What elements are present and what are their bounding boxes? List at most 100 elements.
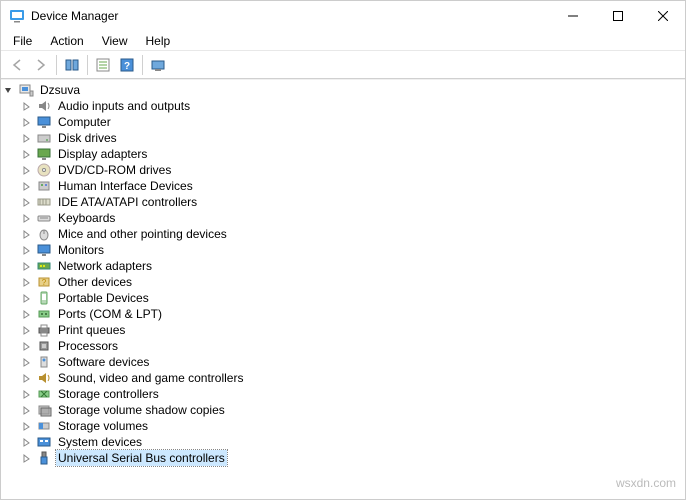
- shadow-icon: [36, 402, 52, 418]
- cpu-icon: [36, 338, 52, 354]
- tree-item-label: Disk drives: [56, 130, 119, 146]
- expander-icon[interactable]: [21, 389, 32, 400]
- tree-item[interactable]: Human Interface Devices: [1, 178, 685, 194]
- expander-icon[interactable]: [21, 325, 32, 336]
- expander-icon[interactable]: [21, 309, 32, 320]
- tree-item-label: Portable Devices: [56, 290, 151, 306]
- expander-icon[interactable]: [21, 437, 32, 448]
- tree-item[interactable]: Network adapters: [1, 258, 685, 274]
- tree-item[interactable]: Universal Serial Bus controllers: [1, 450, 685, 466]
- tree-item-label: DVD/CD-ROM drives: [56, 162, 173, 178]
- expander-icon[interactable]: [21, 245, 32, 256]
- tree-item-label: Sound, video and game controllers: [56, 370, 245, 386]
- tree-item-label: Software devices: [56, 354, 151, 370]
- expander-icon[interactable]: [21, 357, 32, 368]
- tree-root[interactable]: Dzsuva: [1, 82, 685, 98]
- window-title: Device Manager: [31, 9, 118, 23]
- storage-icon: [36, 386, 52, 402]
- system-icon: [36, 434, 52, 450]
- tree-item[interactable]: Sound, video and game controllers: [1, 370, 685, 386]
- expander-icon[interactable]: [21, 101, 32, 112]
- expander-icon[interactable]: [21, 373, 32, 384]
- close-button[interactable]: [640, 1, 685, 31]
- menu-help[interactable]: Help: [138, 32, 179, 50]
- tree-item[interactable]: Monitors: [1, 242, 685, 258]
- tree-item[interactable]: Ports (COM & LPT): [1, 306, 685, 322]
- expander-icon[interactable]: [21, 261, 32, 272]
- tree-item-label: Computer: [56, 114, 113, 130]
- expander-icon[interactable]: [21, 117, 32, 128]
- expander-icon[interactable]: [21, 421, 32, 432]
- display-icon: [36, 146, 52, 162]
- other-icon: ?: [36, 274, 52, 290]
- tree-item-label: Other devices: [56, 274, 134, 290]
- tree-item[interactable]: Software devices: [1, 354, 685, 370]
- expander-icon[interactable]: [21, 181, 32, 192]
- expander-icon[interactable]: [21, 229, 32, 240]
- tree-item[interactable]: Computer: [1, 114, 685, 130]
- tree-item[interactable]: Mice and other pointing devices: [1, 226, 685, 242]
- menu-action[interactable]: Action: [42, 32, 91, 50]
- tree-item[interactable]: Storage volume shadow copies: [1, 402, 685, 418]
- help-button[interactable]: ?: [115, 53, 139, 76]
- tree-item[interactable]: Storage volumes: [1, 418, 685, 434]
- tree-item[interactable]: Portable Devices: [1, 290, 685, 306]
- toolbar-separator: [56, 55, 57, 75]
- tree-item[interactable]: Processors: [1, 338, 685, 354]
- device-tree[interactable]: DzsuvaAudio inputs and outputsComputerDi…: [1, 79, 685, 499]
- network-icon: [36, 258, 52, 274]
- forward-button[interactable]: [29, 53, 53, 76]
- monitor2-icon: [36, 242, 52, 258]
- tree-item[interactable]: Keyboards: [1, 210, 685, 226]
- expander-icon[interactable]: [21, 341, 32, 352]
- maximize-button[interactable]: [595, 1, 640, 31]
- menubar: File Action View Help: [1, 31, 685, 51]
- computer-icon: [18, 82, 34, 98]
- expander-icon[interactable]: [21, 277, 32, 288]
- titlebar: Device Manager: [1, 1, 685, 31]
- tree-item[interactable]: ?Other devices: [1, 274, 685, 290]
- speaker-icon: [36, 98, 52, 114]
- properties-button[interactable]: [91, 53, 115, 76]
- tree-item-label: Monitors: [56, 242, 106, 258]
- tree-item[interactable]: Print queues: [1, 322, 685, 338]
- tree-item[interactable]: IDE ATA/ATAPI controllers: [1, 194, 685, 210]
- expander-icon[interactable]: [21, 133, 32, 144]
- expander-icon[interactable]: [21, 197, 32, 208]
- tree-item[interactable]: Storage controllers: [1, 386, 685, 402]
- expander-icon[interactable]: [21, 293, 32, 304]
- software-icon: [36, 354, 52, 370]
- expander-icon[interactable]: [3, 85, 14, 96]
- expander-icon[interactable]: [21, 453, 32, 464]
- tree-item-label: Mice and other pointing devices: [56, 226, 229, 242]
- toolbar-separator: [142, 55, 143, 75]
- volume-icon: [36, 418, 52, 434]
- app-icon: [9, 8, 25, 24]
- tree-item[interactable]: Disk drives: [1, 130, 685, 146]
- toolbar: ?: [1, 51, 685, 79]
- expander-icon[interactable]: [21, 405, 32, 416]
- tree-item-label: Ports (COM & LPT): [56, 306, 164, 322]
- expander-icon[interactable]: [21, 165, 32, 176]
- tree-item[interactable]: Display adapters: [1, 146, 685, 162]
- expander-icon[interactable]: [21, 149, 32, 160]
- tree-item-label: Human Interface Devices: [56, 178, 195, 194]
- device-manager-window: Device Manager File Action View Help ? D…: [0, 0, 686, 500]
- tree-item-label: Network adapters: [56, 258, 154, 274]
- usb-icon: [36, 450, 52, 466]
- menu-view[interactable]: View: [94, 32, 136, 50]
- tree-item[interactable]: Audio inputs and outputs: [1, 98, 685, 114]
- back-button[interactable]: [5, 53, 29, 76]
- expander-icon[interactable]: [21, 213, 32, 224]
- port-icon: [36, 306, 52, 322]
- menu-file[interactable]: File: [5, 32, 40, 50]
- tree-item-label: Display adapters: [56, 146, 149, 162]
- minimize-button[interactable]: [550, 1, 595, 31]
- tree-item[interactable]: System devices: [1, 434, 685, 450]
- show-hidden-button[interactable]: [60, 53, 84, 76]
- mouse-icon: [36, 226, 52, 242]
- tree-item-label: Processors: [56, 338, 120, 354]
- tree-item[interactable]: DVD/CD-ROM drives: [1, 162, 685, 178]
- scan-hardware-button[interactable]: [146, 53, 170, 76]
- ide-icon: [36, 194, 52, 210]
